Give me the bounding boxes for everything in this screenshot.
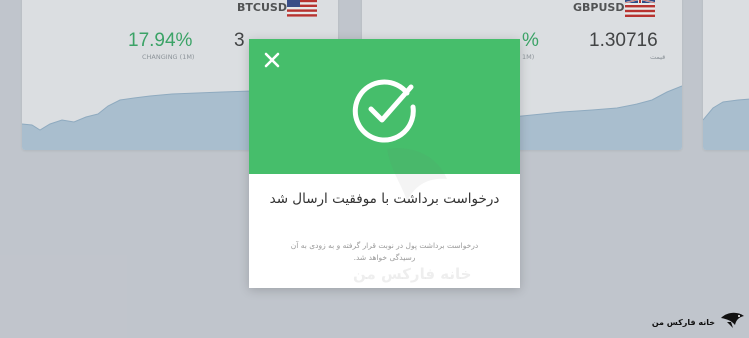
price-value: 3 [234,30,245,51]
sparkline-chart [703,98,749,150]
close-icon[interactable] [261,49,283,71]
change-label: CHANGING (1M) [142,53,195,61]
change-value: % [522,30,539,51]
modal-message: درخواست برداشت پول در نوبت قرار گرفته و … [290,241,479,262]
pair-label: GBPUSD [573,1,625,14]
change-label: 1M) [522,53,535,61]
uk-us-flag-icon [625,0,655,17]
modal-title: درخواست برداشت با موفقیت ارسال شد [269,191,500,207]
price-value: 1.30716 [589,30,658,51]
site-logo[interactable]: خانه فارکس من [652,312,745,332]
pair-label: BTCUSD [237,1,287,14]
price-label: قیمت [650,53,666,61]
change-value: 17.94% [128,30,193,51]
ticker-card-partial[interactable] [703,0,749,150]
check-circle-icon [349,73,421,149]
us-flag-icon [287,0,317,17]
withdraw-success-modal: درخواست برداشت با موفقیت ارسال شد درخواس… [249,39,520,288]
bird-logo-icon [719,310,745,334]
watermark-text: خانه فارکس من [353,265,472,283]
logo-text: خانه فارکس من [651,317,715,327]
